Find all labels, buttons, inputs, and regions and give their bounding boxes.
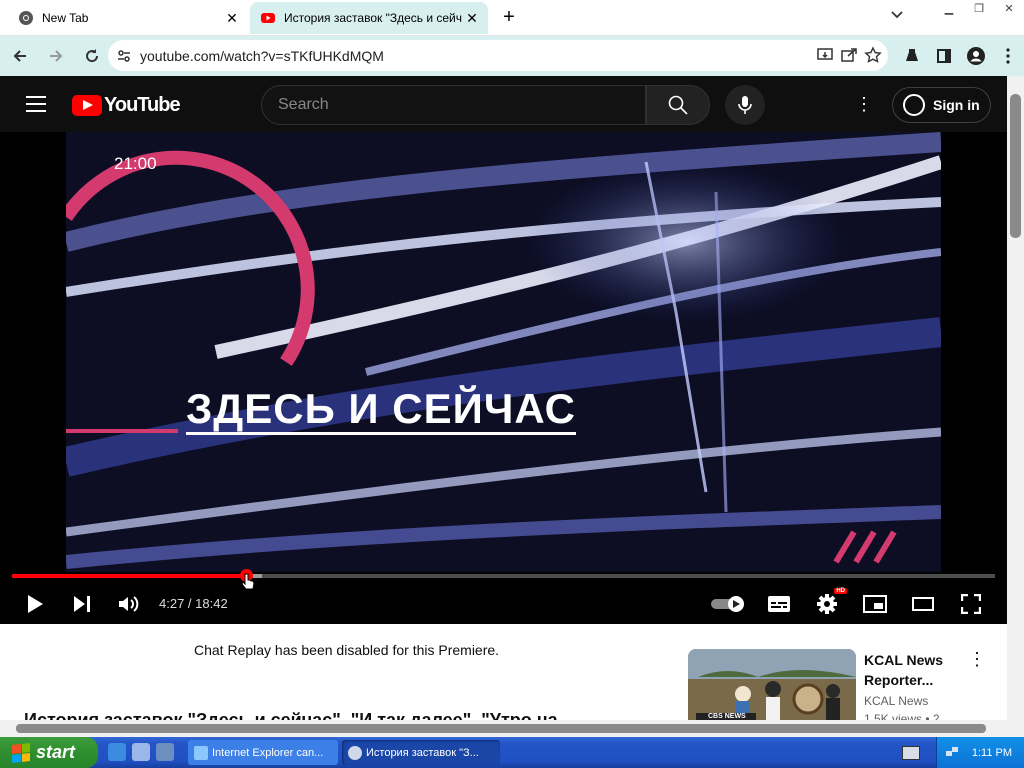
internet-explorer-icon[interactable]	[108, 743, 126, 761]
windows-logo-icon	[12, 742, 30, 763]
recommended-video[interactable]: CBS NEWS KCAL News Reporter... KCAL News…	[688, 649, 998, 726]
settings-gear-icon[interactable]: HD	[811, 588, 847, 618]
theater-mode-icon[interactable]	[907, 590, 939, 618]
time-display: 4:27 / 18:42	[159, 596, 228, 611]
volume-icon[interactable]	[113, 590, 145, 618]
tab-close-icon[interactable]: ✕	[462, 10, 482, 27]
taskbar-button-chrome[interactable]: История заставок "З...	[342, 740, 500, 765]
start-button[interactable]: start	[0, 737, 98, 768]
played-bar	[12, 574, 246, 578]
tab-new-tab[interactable]: New Tab ✕	[0, 2, 248, 34]
overlay-clock: 21:00	[114, 154, 157, 173]
youtube-favicon-icon	[261, 13, 275, 23]
search-icon	[668, 95, 688, 115]
recommended-channel[interactable]: KCAL News	[864, 694, 928, 708]
site-info-icon[interactable]	[108, 49, 140, 63]
youtube-page: YouTube Search ⋮ Sign in 21:00 ЗДЕСЬ И С…	[0, 76, 1007, 730]
start-label: start	[36, 742, 76, 762]
minimize-icon[interactable]: ▁	[934, 0, 964, 18]
address-bar[interactable]: youtube.com/watch?v=sTKfUHKdMQM	[108, 40, 888, 71]
window-controls: ▁ ❐ ✕	[934, 0, 1024, 20]
hd-badge: HD	[834, 588, 847, 594]
search-button[interactable]	[646, 85, 710, 125]
youtube-logo-text: YouTube	[104, 94, 181, 116]
overlay-accent-line	[66, 429, 178, 433]
player-controls: 4:27 / 18:42 HD	[0, 584, 1007, 624]
next-video-icon[interactable]	[66, 590, 98, 618]
share-icon[interactable]	[840, 46, 858, 64]
taskbar: start Internet Explorer can... История з…	[0, 737, 1024, 768]
chat-replay-message: Chat Replay has been disabled for this P…	[194, 642, 500, 658]
side-panel-icon[interactable]	[932, 40, 956, 72]
menu-hamburger-icon[interactable]	[26, 96, 46, 117]
voice-search-button[interactable]	[725, 85, 765, 125]
thumbnail-caption: CBS NEWS	[708, 713, 746, 720]
mouse-cursor-icon	[241, 573, 255, 590]
bookmark-star-icon[interactable]	[864, 46, 882, 64]
tab-close-icon[interactable]: ✕	[222, 10, 242, 27]
horizontal-scrollbar[interactable]	[0, 720, 1024, 737]
tab-title: New Tab	[42, 11, 89, 25]
close-window-icon[interactable]: ✕	[994, 0, 1024, 18]
install-app-icon[interactable]	[816, 46, 834, 64]
url-text: youtube.com/watch?v=sTKfUHKdMQM	[140, 47, 384, 64]
seek-bar[interactable]	[12, 569, 995, 582]
taskbar-button-ie[interactable]: Internet Explorer can...	[188, 740, 338, 765]
browser-tab-strip: New Tab ✕ История заставок "Здесь и сейч…	[0, 0, 1024, 36]
vertical-scroll-thumb[interactable]	[1010, 94, 1021, 238]
miniplayer-icon[interactable]	[859, 590, 891, 618]
fullscreen-icon[interactable]	[955, 590, 987, 618]
network-icon[interactable]	[945, 745, 959, 759]
extension-icon[interactable]	[900, 40, 924, 72]
video-frame[interactable]: 21:00 ЗДЕСЬ И СЕЙЧАС	[66, 132, 941, 572]
settings-more-icon[interactable]: ⋮	[852, 92, 876, 116]
quick-launch	[108, 743, 174, 761]
keyboard-icon[interactable]	[902, 746, 920, 760]
youtube-logo[interactable]: YouTube	[72, 94, 181, 117]
new-tab-button[interactable]: +	[498, 6, 520, 28]
overlay-title: ЗДЕСЬ И СЕЙЧАС	[186, 386, 576, 435]
search-input[interactable]: Search	[261, 85, 646, 125]
clock: 1:11 PM	[971, 746, 1012, 759]
subtitles-icon[interactable]	[763, 590, 795, 618]
reload-icon[interactable]	[76, 40, 108, 72]
restore-icon[interactable]: ❐	[964, 0, 994, 18]
ie-window-icon	[194, 745, 208, 760]
account-icon	[903, 94, 925, 116]
youtube-header: YouTube Search ⋮ Sign in	[0, 76, 1007, 132]
microphone-icon	[738, 96, 752, 114]
chrome-window-icon	[348, 745, 362, 760]
back-icon[interactable]	[4, 40, 36, 72]
system-tray: 1:11 PM	[936, 737, 1024, 768]
taskbar-button-label: Internet Explorer can...	[212, 746, 324, 759]
horizontal-scroll-thumb[interactable]	[16, 724, 986, 733]
recommended-thumbnail[interactable]: CBS NEWS	[688, 649, 856, 721]
thumbnail-image	[688, 649, 856, 721]
sign-in-label: Sign in	[933, 97, 980, 113]
taskbar-button-label: История заставок "З...	[366, 746, 479, 759]
chrome-icon	[19, 11, 33, 25]
media-icon[interactable]	[132, 743, 150, 761]
vertical-scrollbar[interactable]	[1007, 76, 1024, 720]
youtube-play-logo-icon	[72, 95, 102, 116]
video-background-art	[66, 132, 941, 572]
browser-toolbar: youtube.com/watch?v=sTKfUHKdMQM	[0, 36, 1024, 76]
video-player[interactable]: 21:00 ЗДЕСЬ И СЕЙЧАС 4:27 / 18:42 HD	[0, 132, 1007, 624]
sign-in-button[interactable]: Sign in	[892, 87, 991, 123]
autoplay-toggle[interactable]	[710, 590, 746, 618]
browser-menu-icon[interactable]	[996, 40, 1020, 72]
tab-youtube-video[interactable]: История заставок "Здесь и сейчас" ✕	[250, 2, 488, 34]
tab-search-chevron-icon[interactable]	[886, 8, 908, 26]
profile-icon[interactable]	[964, 40, 988, 72]
forward-icon[interactable]	[40, 40, 72, 72]
recommended-title[interactable]: KCAL News Reporter...	[864, 650, 954, 690]
show-desktop-icon[interactable]	[156, 743, 174, 761]
tab-title: История заставок "Здесь и сейчас"	[284, 11, 462, 25]
recommended-more-icon[interactable]: ⋮	[968, 649, 986, 670]
play-icon[interactable]	[19, 590, 51, 618]
below-player-area: Chat Replay has been disabled for this P…	[0, 624, 1007, 730]
